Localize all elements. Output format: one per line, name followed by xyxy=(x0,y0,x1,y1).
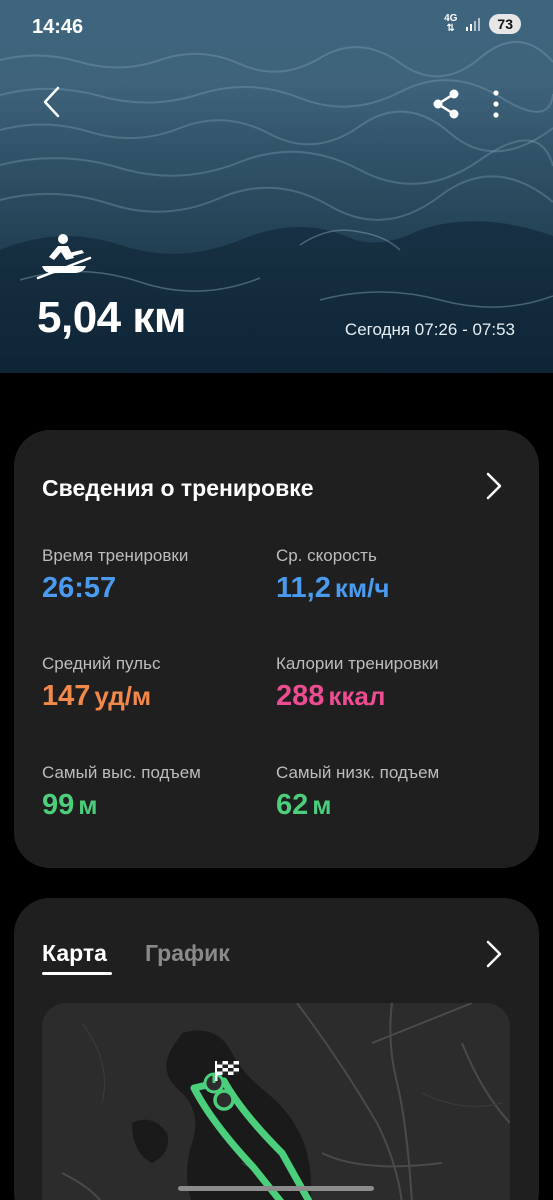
workout-details-card[interactable]: Сведения о тренировке Время тренировки 2… xyxy=(14,430,539,868)
stat-value-workout-time: 26:57 xyxy=(42,572,116,605)
battery-indicator: 73 xyxy=(489,14,521,34)
stat-number: 11,2 xyxy=(276,572,331,604)
stat-label-min-elevation: Самый низк. подъем xyxy=(276,763,440,782)
share-icon[interactable] xyxy=(430,88,462,120)
route-map-canvas xyxy=(42,1003,510,1200)
workout-distance: 5,04 км xyxy=(37,293,186,342)
gesture-navigation-handle[interactable] xyxy=(178,1186,374,1191)
stat-value-avg-heart-rate: 147 уд/м xyxy=(42,680,151,713)
stat-value-calories: 288 ккал xyxy=(276,680,385,713)
map-chart-card: Карта График xyxy=(14,898,539,1200)
stat-label-avg-heart-rate: Средний пульс xyxy=(42,654,161,673)
more-options-icon[interactable] xyxy=(484,88,508,120)
status-time: 14:46 xyxy=(32,16,84,38)
status-bar: 14:46 4G ⇅ 73 xyxy=(0,0,553,56)
tab-chart[interactable]: График xyxy=(145,940,230,967)
chevron-right-icon[interactable] xyxy=(482,938,506,970)
details-card-title: Сведения о тренировке xyxy=(42,475,314,501)
workout-date-range: Сегодня 07:26 - 07:53 xyxy=(344,320,515,339)
stat-number: 99 xyxy=(42,789,75,821)
back-arrow-icon[interactable] xyxy=(36,84,72,120)
stat-unit: м xyxy=(78,790,98,820)
stat-value-max-elevation: 99 м xyxy=(42,789,98,822)
active-tab-indicator xyxy=(42,972,112,975)
workout-hero-banner: 14:46 4G ⇅ 73 5,04 км Сегодня 07:26 - 07… xyxy=(0,0,553,373)
tab-map[interactable]: Карта xyxy=(42,940,107,967)
stat-number: 147 xyxy=(42,680,91,712)
stat-number: 26:57 xyxy=(42,572,117,604)
stat-label-avg-speed: Ср. скорость xyxy=(276,546,377,565)
stat-unit: м xyxy=(312,790,332,820)
network-indicator: 4G ⇅ xyxy=(444,13,458,34)
chevron-right-icon[interactable] xyxy=(482,470,506,502)
signal-icon xyxy=(466,18,481,31)
stat-number: 62 xyxy=(276,789,309,821)
network-label: 4G xyxy=(444,13,458,24)
stat-label-workout-time: Время тренировки xyxy=(42,546,189,565)
stat-unit: км/ч xyxy=(334,573,390,603)
status-icons: 4G ⇅ 73 xyxy=(444,14,521,34)
stat-unit: ккал xyxy=(328,681,386,711)
rowing-icon xyxy=(36,234,92,280)
stat-value-min-elevation: 62 м xyxy=(276,789,332,822)
stat-value-avg-speed: 11,2 км/ч xyxy=(276,572,389,605)
stat-label-calories: Калории тренировки xyxy=(276,654,439,673)
route-map[interactable] xyxy=(42,1003,510,1200)
stat-number: 288 xyxy=(276,680,325,712)
stat-label-max-elevation: Самый выс. подъем xyxy=(42,763,201,782)
stat-unit: уд/м xyxy=(94,681,152,711)
